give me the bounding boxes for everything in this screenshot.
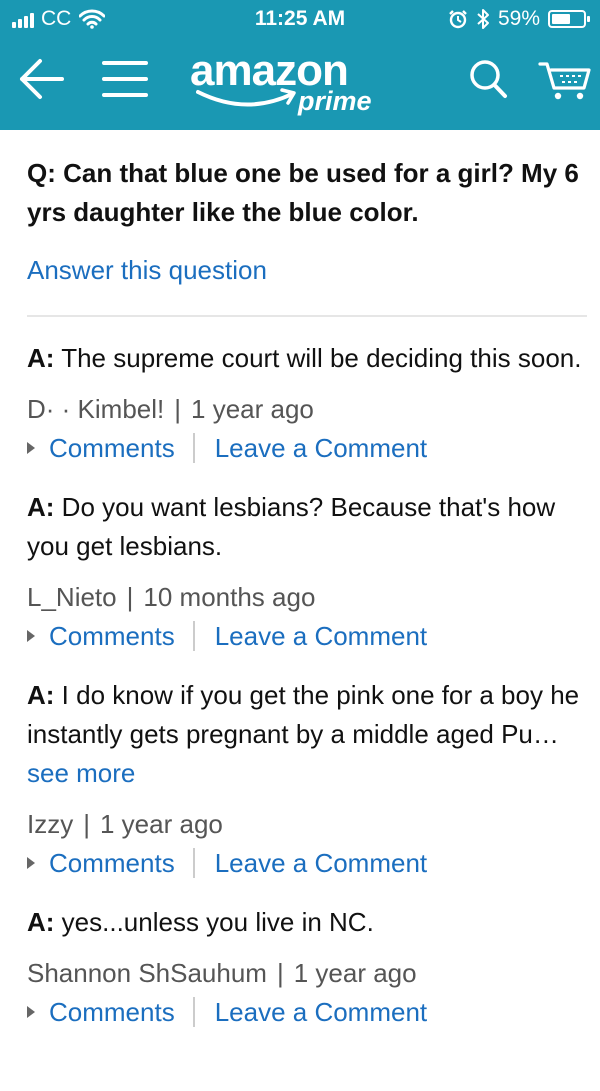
back-arrow-icon[interactable] (16, 56, 66, 102)
question-text: Can that blue one be used for a girl? My… (27, 158, 579, 227)
answer-actions: Comments Leave a Comment (27, 845, 587, 881)
answer-time: 1 year ago (191, 394, 314, 424)
answer-author[interactable]: D· · Kimbel! (27, 394, 164, 424)
answer-item: A: The supreme court will be deciding th… (27, 339, 587, 466)
caret-right-icon[interactable] (27, 857, 35, 869)
answer-author[interactable]: Shannon ShSauhum (27, 958, 267, 988)
comments-link[interactable]: Comments (49, 994, 175, 1030)
answer-meta: Izzy | 1 year ago (27, 807, 587, 841)
status-bar: CC 11:25 AM 59% (0, 0, 600, 40)
answer-text-block: A: The supreme court will be deciding th… (27, 339, 587, 378)
battery-nub (587, 16, 590, 22)
search-icon[interactable] (468, 58, 508, 102)
amazon-prime-logo[interactable]: amazon prime (188, 44, 388, 124)
answer-meta: Shannon ShSauhum | 1 year ago (27, 956, 587, 990)
answer-text-block: A: I do know if you get the pink one for… (27, 676, 587, 793)
hamburger-menu-icon[interactable] (100, 56, 150, 102)
answer-label: A: (27, 680, 55, 710)
cart-icon[interactable] (538, 58, 592, 102)
caret-right-icon[interactable] (27, 630, 35, 642)
answer-label: A: (27, 492, 55, 522)
answer-item: A: yes...unless you live in NC. Shannon … (27, 903, 587, 1030)
meta-separator: | (126, 582, 134, 612)
meta-separator: | (174, 394, 182, 424)
qa-content: Q: Can that blue one be used for a girl?… (27, 130, 587, 1030)
answer-author[interactable]: Izzy (27, 809, 73, 839)
nav-bar: amazon prime (0, 40, 600, 130)
answer-author[interactable]: L_Nieto (27, 582, 117, 612)
answer-label: A: (27, 343, 55, 373)
see-more-link[interactable]: see more (27, 758, 135, 788)
action-separator (192, 433, 195, 463)
answer-text: Do you want lesbians? Because that's how… (27, 492, 556, 561)
leave-comment-link[interactable]: Leave a Comment (215, 994, 427, 1030)
comments-link[interactable]: Comments (49, 618, 175, 654)
leave-comment-link[interactable]: Leave a Comment (215, 845, 427, 881)
question-block: Q: Can that blue one be used for a girl?… (27, 154, 587, 232)
alarm-icon (449, 10, 467, 29)
meta-separator: | (83, 809, 90, 839)
answer-time: 10 months ago (143, 582, 316, 612)
battery-icon (548, 10, 590, 28)
answer-text-block: A: yes...unless you live in NC. (27, 903, 587, 942)
battery-percent: 59% (497, 7, 540, 30)
logo-prime: prime (298, 86, 372, 116)
answer-actions: Comments Leave a Comment (27, 994, 587, 1030)
caret-right-icon[interactable] (27, 1006, 35, 1018)
smile-arrow-icon (196, 88, 296, 107)
status-right: 59% (448, 7, 590, 31)
meta-separator: | (276, 958, 284, 988)
bluetooth-icon (477, 9, 489, 29)
answer-label: A: (27, 907, 55, 937)
answer-text: yes...unless you live in NC. (61, 907, 374, 937)
answer-text: The supreme court will be deciding this … (61, 343, 582, 373)
answer-meta: L_Nieto | 10 months ago (27, 580, 587, 614)
answer-item: A: Do you want lesbians? Because that's … (27, 488, 587, 654)
answer-question-link[interactable]: Answer this question (27, 253, 267, 287)
answer-text-block: A: Do you want lesbians? Because that's … (27, 488, 587, 566)
caret-right-icon[interactable] (27, 442, 35, 454)
answer-time: 1 year ago (100, 809, 223, 839)
answer-text: I do know if you get the pink one for a … (27, 680, 580, 749)
action-separator (192, 621, 195, 651)
leave-comment-link[interactable]: Leave a Comment (215, 618, 427, 654)
action-separator (192, 848, 195, 878)
question-label: Q: (27, 158, 56, 188)
answer-actions: Comments Leave a Comment (27, 618, 587, 654)
comments-link[interactable]: Comments (49, 845, 175, 881)
comments-link[interactable]: Comments (49, 430, 175, 466)
answer-meta: D· · Kimbel! | 1 year ago (27, 392, 587, 426)
action-separator (192, 997, 195, 1027)
leave-comment-link[interactable]: Leave a Comment (215, 430, 427, 466)
divider (27, 315, 587, 317)
answer-actions: Comments Leave a Comment (27, 430, 587, 466)
battery-fill (552, 14, 570, 24)
answer-time: 1 year ago (293, 958, 417, 988)
answer-item: A: I do know if you get the pink one for… (27, 676, 587, 881)
